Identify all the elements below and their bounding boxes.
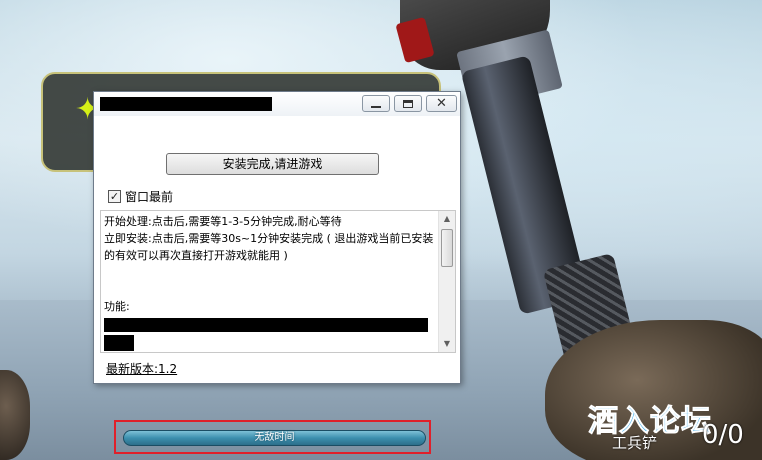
ammo-counter: 0/0 — [702, 420, 744, 450]
info-line-2: 立即安装:点击后,需要等30s~1分钟安装完成 ( 退出游戏当前已安装的有效可以… — [104, 232, 434, 262]
invincible-time-label: 无敌时间 — [254, 432, 295, 443]
version-link[interactable]: 最新版本:1.2 — [106, 360, 177, 377]
scroll-up-icon[interactable]: ▲ — [439, 211, 455, 227]
info-text: 开始处理:点击后,需要等1-3-5分钟完成,耐心等待 立即安装:点击后,需要等3… — [104, 213, 440, 351]
info-textbox[interactable]: 开始处理:点击后,需要等1-3-5分钟完成,耐心等待 立即安装:点击后,需要等3… — [100, 210, 456, 353]
check-icon: ✓ — [109, 190, 120, 203]
close-button[interactable]: ✕ — [426, 95, 457, 112]
maximize-icon — [403, 99, 413, 108]
scroll-down-icon[interactable]: ▼ — [439, 336, 455, 352]
always-on-top-label[interactable]: 窗口最前 — [125, 188, 173, 205]
tool-dialog: ✕ 安装完成,请进游戏 ✓ 窗口最前 开始处理:点击后,需要等1-3-5分钟完成… — [93, 91, 461, 384]
maximize-button[interactable] — [394, 95, 422, 112]
always-on-top-checkbox[interactable]: ✓ — [108, 190, 121, 203]
redacted-feature-1 — [104, 318, 428, 332]
scroll-thumb[interactable] — [441, 229, 453, 267]
vertical-scrollbar[interactable]: ▲ ▼ — [438, 211, 455, 352]
weapon-name: 工兵铲 — [612, 434, 658, 452]
redacted-feature-2 — [104, 335, 134, 351]
info-line-1: 开始处理:点击后,需要等1-3-5分钟完成,耐心等待 — [104, 215, 342, 228]
minimize-button[interactable] — [362, 95, 390, 112]
title-bar[interactable]: ✕ — [94, 92, 460, 116]
close-icon: ✕ — [436, 96, 447, 111]
install-complete-button[interactable]: 安装完成,请进游戏 — [166, 153, 379, 175]
redacted-title — [100, 97, 272, 111]
features-label: 功能: — [104, 300, 130, 313]
minimize-icon — [371, 105, 381, 108]
